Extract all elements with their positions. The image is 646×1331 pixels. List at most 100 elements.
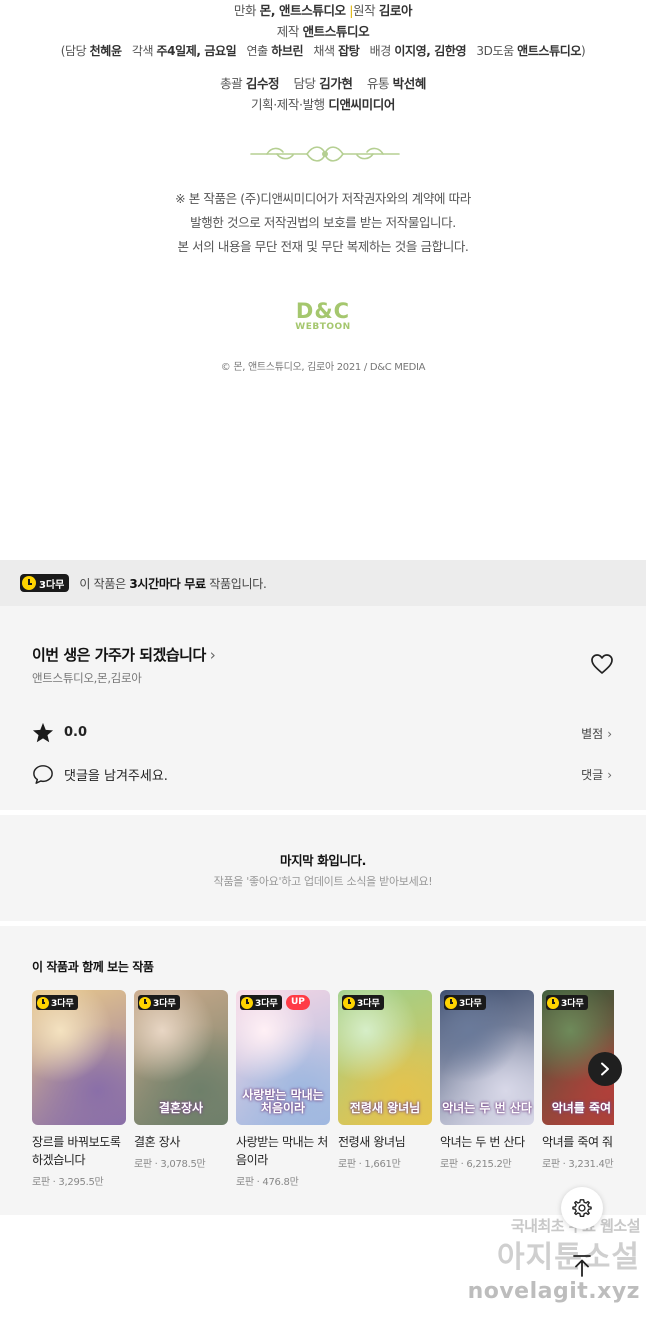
card-meta: 로판 · 476.8만 <box>236 1177 299 1188</box>
watermark-text: 아지툰소설 <box>497 1240 640 1275</box>
logo-main-text: D&C <box>295 299 351 323</box>
credit-value: 하브린 <box>271 44 304 58</box>
free-badge-label: 3다무 <box>51 999 74 1009</box>
star-icon <box>32 722 54 743</box>
credit-label: 기획·제작·발행 <box>251 97 325 112</box>
credit-value: 주4일제, 금요일 <box>156 44 237 58</box>
chevron-right-icon: › <box>607 727 612 741</box>
credit-label: 유통 <box>366 76 390 91</box>
credit-line-staff: (담당 천혜윤 각색 주4일제, 금요일 연출 하브린 채색 잡탕 배경 이지영… <box>0 42 646 59</box>
recommendation-carousel: 3다무 장르를 바꿔보도록 하겠습니다 로판 · 3,295.5만 3다무 결혼장사결혼… <box>32 990 614 1200</box>
work-authors: 앤트스튜디오,몬,김로아 <box>32 671 142 685</box>
copyright-notice-line: 본 서의 내용을 무단 전재 및 무단 복제하는 것을 금합니다. <box>177 239 469 254</box>
credit-label: 배경 <box>369 44 392 58</box>
card-meta: 로판 · 3,231.4만 <box>542 1159 614 1170</box>
free-badge: 3다무 <box>36 995 78 1010</box>
card-title: 악녀는 두 번 산다 <box>440 1135 525 1149</box>
cover-thumbnail: 3다무 <box>32 990 126 1125</box>
arrow-up-icon <box>573 1255 591 1277</box>
free-badge: 3다무 <box>240 995 282 1010</box>
update-badge: UP <box>286 995 310 1010</box>
credit-label: 담당 <box>293 76 316 91</box>
work-info-section: 이번 생은 가주가 되겠습니다 › 앤트스튜디오,몬,김로아 0.0 별점 › 댓글… <box>0 606 646 810</box>
card-meta: 로판 · 1,661만 <box>338 1159 401 1170</box>
credit-line-management: 총괄 김수정 담당 김가현 유통 박선혜 <box>0 73 646 92</box>
credit-value: 앤트스튜디오 <box>302 24 370 39</box>
credit-label: (담당 <box>60 44 87 58</box>
credit-line-publisher: 기획·제작·발행 디앤씨미디어 <box>0 94 646 113</box>
cover-art-title: 악녀를 죽여 줘 <box>551 1101 614 1115</box>
card-meta: 로판 · 3,078.5만 <box>134 1159 206 1170</box>
free-info-text: 작품입니다. <box>205 576 267 591</box>
cover-thumbnail: 3다무 UP 사랑받는 막내는 처음이라 <box>236 990 330 1125</box>
chevron-right-icon: › <box>607 768 612 782</box>
copyright-text: © 몬, 앤트스튜디오, 김로아 2021 / D&C MEDIA <box>220 362 426 373</box>
chevron-right-icon: › <box>209 646 216 664</box>
rate-button[interactable]: 별점 › <box>581 725 612 742</box>
free-badge: 3다무 <box>20 574 70 592</box>
card-title: 결혼 장사 <box>134 1135 180 1149</box>
recommendation-heading: 이 작품과 함께 보는 작품 <box>32 960 154 974</box>
clock-icon <box>139 996 151 1009</box>
credit-value: 김가현 <box>319 76 353 91</box>
credit-value: 앤트스튜디오 <box>517 44 581 58</box>
copyright-notice-line: 발행한 것으로 저작권법의 보호를 받는 저작물입니다. <box>190 215 456 230</box>
free-info-message: 이 작품은 3시간마다 무료 작품입니다. <box>79 575 266 592</box>
cover-art-title: 사랑받는 막내는 처음이라 <box>242 1088 324 1115</box>
card-title: 사랑받는 막내는 처음이라 <box>236 1135 328 1167</box>
credit-value: 김로아 <box>378 3 413 18</box>
comment-row[interactable]: 댓글을 남겨주세요. <box>32 764 168 785</box>
clock-icon <box>343 996 355 1009</box>
speech-bubble-icon <box>33 765 53 784</box>
free-badge-label: 3다무 <box>561 999 584 1009</box>
cover-thumbnail: 3다무 결혼장사 <box>134 990 228 1125</box>
credit-value: 잡탕 <box>338 44 360 58</box>
credit-label: 3D도움 <box>476 44 514 58</box>
copyright-notice-line: ※ 본 작품은 (주)디앤씨미디어가 저작권자와의 계약에 따라 <box>175 191 471 206</box>
credit-line-production: 제작 앤트스튜디오 <box>0 21 646 40</box>
settings-button[interactable] <box>561 1187 603 1229</box>
recommendation-card[interactable]: 3다무 전령새 왕녀님 전령새 왕녀님 로판 · 1,661만 <box>338 990 432 1170</box>
free-badge-label: 3다무 <box>357 999 380 1009</box>
cover-thumbnail: 3다무 악녀는 두 번 산다 <box>440 990 534 1125</box>
last-episode-title: 마지막 화입니다. <box>279 853 366 868</box>
credit-value: 디앤씨미디어 <box>328 97 395 112</box>
free-badge: 3다무 <box>138 995 180 1010</box>
free-badge: 3다무 <box>546 995 588 1010</box>
recommendation-card[interactable]: 3다무 UP 사랑받는 막내는 처음이라 사랑받는 막내는 처음이라 로판 · 476.… <box>236 990 330 1188</box>
credit-line-art: 만화 몬, 앤트스튜디오 |원작 김로아 <box>0 0 646 19</box>
cover-art-title: 악녀는 두 번 산다 <box>442 1101 532 1115</box>
recommendation-section: 이 작품과 함께 보는 작품 3다무 장르를 바꿔보도록 하겠습니다 로판 · 3,… <box>0 926 646 1215</box>
recommendation-card[interactable]: 3다무 악녀는 두 번 산다 악녀는 두 번 산다 로판 · 6,215.2만 <box>440 990 534 1170</box>
cover-art-title: 전령새 왕녀님 <box>349 1101 421 1115</box>
rating-row: 0.0 <box>32 722 87 743</box>
recommendation-card[interactable]: 3다무 결혼장사결혼 장사로판 · 3,078.5만 <box>134 990 228 1170</box>
free-badge-label: 3다무 <box>153 999 176 1009</box>
card-title: 전령새 왕녀님 <box>338 1135 406 1149</box>
like-heart-icon[interactable] <box>590 653 614 675</box>
watermark-text: novelagit.xyz <box>467 1279 640 1304</box>
last-episode-subtitle: 작품을 '좋아요'하고 업데이트 소식을 받아보세요! <box>213 875 433 888</box>
work-title-link[interactable]: 이번 생은 가주가 되겠습니다 › <box>32 644 216 665</box>
credits-section: 만화 몬, 앤트스튜디오 |원작 김로아 제작 앤트스튜디오 (담당 천혜윤 각… <box>0 0 646 560</box>
rate-label: 별점 <box>581 727 604 741</box>
carousel-next-button[interactable] <box>588 1052 622 1086</box>
card-meta: 로판 · 6,215.2만 <box>440 1159 512 1170</box>
credit-label: 제작 <box>276 24 300 39</box>
rating-value: 0.0 <box>64 725 88 740</box>
credit-value: 몬, 앤트스튜디오 <box>259 3 346 18</box>
cover-thumbnail: 3다무전령새 왕녀님 <box>338 990 432 1125</box>
clock-icon <box>445 996 457 1009</box>
scroll-top-button[interactable] <box>563 1247 601 1285</box>
recommendation-card[interactable]: 3다무 장르를 바꿔보도록 하겠습니다 로판 · 3,295.5만 <box>32 990 126 1188</box>
credit-label: 연출 <box>246 44 269 58</box>
comments-label: 댓글 <box>581 768 604 782</box>
gear-icon <box>572 1199 592 1217</box>
last-episode-section: 마지막 화입니다. 작품을 '좋아요'하고 업데이트 소식을 받아보세요! <box>0 815 646 921</box>
comments-button[interactable]: 댓글 › <box>581 766 612 783</box>
credit-label: 총괄 <box>220 76 243 91</box>
dc-webtoon-logo: D&C WEBTOON <box>283 300 363 332</box>
work-title: 이번 생은 가주가 되겠습니다 <box>32 646 206 664</box>
credit-label: 만화 <box>233 3 257 18</box>
credit-value: 이지영, 김한영 <box>394 44 467 58</box>
